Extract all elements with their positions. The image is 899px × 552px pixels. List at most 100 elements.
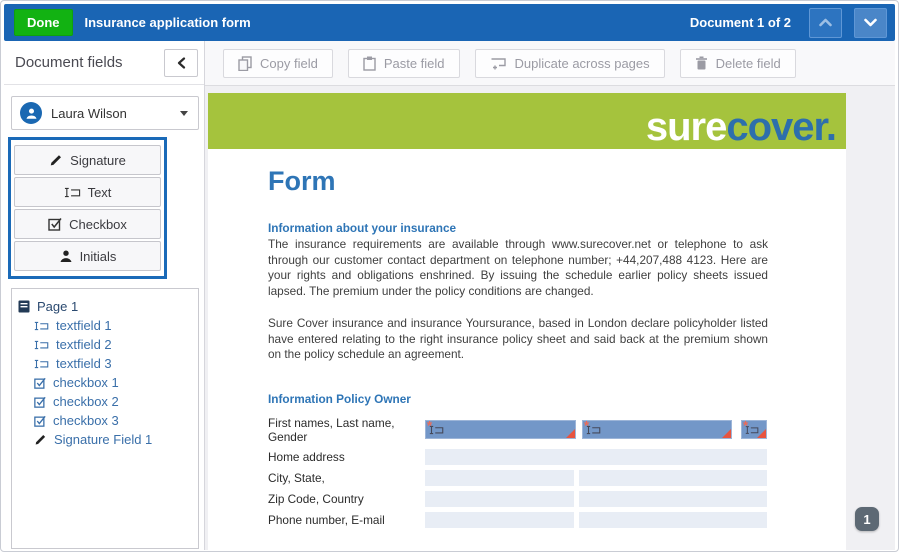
tree-item-label: Signature Field 1: [54, 432, 152, 447]
tool-button-label: Duplicate across pages: [515, 56, 650, 71]
field-button-label: Checkbox: [69, 217, 127, 232]
chevron-up-icon: [819, 18, 832, 27]
copy-field-button[interactable]: Copy field: [223, 49, 333, 78]
tree-item-checkbox-1[interactable]: checkbox 1: [18, 373, 192, 392]
tool-button-label: Copy field: [260, 56, 318, 71]
resize-handle[interactable]: [722, 429, 731, 438]
section-title-policy-owner: Information Policy Owner: [268, 392, 768, 406]
form-row-home-address: Home address: [268, 449, 768, 465]
document-viewport[interactable]: surecover. Form Information about your i…: [205, 87, 895, 550]
row-label: Phone number, E-mail: [268, 513, 425, 527]
paste-field-button[interactable]: Paste field: [348, 49, 460, 78]
form-blank-field: [425, 512, 574, 528]
field-button-label: Initials: [80, 249, 117, 264]
tree-item-checkbox-3[interactable]: checkbox 3: [18, 411, 192, 430]
tree-item-textfield-2[interactable]: textfield 2: [18, 335, 192, 354]
tree-item-label: textfield 1: [56, 318, 112, 333]
main-area: Copy field Paste field: [205, 41, 895, 550]
sidebar-header: Document fields: [4, 41, 204, 85]
section-title-insurance-info: Information about your insurance: [268, 221, 768, 235]
surecover-logo: surecover.: [646, 107, 836, 147]
text-field-icon: [34, 340, 49, 350]
add-text-field-button[interactable]: Text: [14, 177, 161, 207]
tool-button-label: Paste field: [384, 56, 445, 71]
tree-item-textfield-3[interactable]: textfield 3: [18, 354, 192, 373]
row-label: City, State,: [268, 471, 425, 485]
checkbox-icon: [34, 415, 46, 427]
duplicate-icon: [490, 57, 507, 70]
checkbox-icon: [48, 217, 62, 231]
paragraph-insurance-info: The insurance requirements are available…: [268, 237, 768, 300]
document-header-band: surecover.: [208, 93, 846, 149]
tree-item-label: checkbox 3: [53, 413, 119, 428]
add-initials-field-button[interactable]: Initials: [14, 241, 161, 271]
copy-icon: [238, 56, 252, 71]
form-blank-field: [579, 512, 767, 528]
paragraph-declaration: Sure Cover insurance and insurance Yours…: [268, 316, 768, 363]
tree-item-label: checkbox 2: [53, 394, 119, 409]
person-icon: [59, 249, 73, 263]
document-counter: Document 1 of 2: [690, 15, 791, 30]
form-blank-field: [579, 491, 767, 507]
tree-item-label: textfield 2: [56, 337, 112, 352]
collapse-sidebar-button[interactable]: [164, 49, 198, 77]
row-label: Spouse's family name, First name: [268, 548, 425, 550]
pencil-icon: [34, 433, 47, 446]
field-button-label: Signature: [70, 153, 126, 168]
placed-textfield-1[interactable]: *: [425, 420, 576, 439]
form-blank-field: [425, 491, 574, 507]
text-field-icon: [34, 321, 49, 331]
form-blank-field: [579, 470, 767, 486]
page-icon: [18, 300, 30, 313]
chevron-left-icon: [177, 57, 186, 69]
form-row-names: First names, Last name, Gender *: [268, 416, 768, 444]
tree-item-signature-field-1[interactable]: Signature Field 1: [18, 430, 192, 449]
top-bar: Done Insurance application form Document…: [4, 4, 895, 41]
tree-item-checkbox-2[interactable]: checkbox 2: [18, 392, 192, 411]
page-number-badge: 1: [855, 507, 879, 531]
add-signature-field-button[interactable]: Signature: [14, 145, 161, 175]
checkbox-icon: [34, 377, 46, 389]
placed-textfield-3[interactable]: *: [741, 420, 767, 439]
required-marker: *: [427, 420, 432, 433]
next-document-button[interactable]: [854, 8, 887, 38]
field-button-label: Text: [88, 185, 112, 200]
row-label: Zip Code, Country: [268, 492, 425, 506]
resize-handle[interactable]: [566, 429, 575, 438]
person-avatar-icon: [20, 102, 42, 124]
placed-textfield-2[interactable]: *: [582, 420, 732, 439]
form-blank-field: [425, 449, 767, 465]
done-button[interactable]: Done: [14, 9, 73, 36]
tree-item-label: checkbox 1: [53, 375, 119, 390]
signer-dropdown[interactable]: Laura Wilson: [11, 96, 199, 130]
document-fields-sidebar: Document fields Laura Wilson: [4, 41, 205, 550]
duplicate-across-pages-button[interactable]: Duplicate across pages: [475, 49, 665, 78]
form-row-spouse: Spouse's family name, First name: [268, 548, 768, 550]
required-marker: *: [743, 420, 748, 433]
caret-down-icon: [180, 111, 188, 116]
tree-page-1[interactable]: Page 1: [18, 297, 192, 316]
document-content: Form Information about your insurance Th…: [208, 149, 846, 550]
field-buttons-selection-box: Signature Text: [8, 137, 167, 279]
tool-button-label: Delete field: [716, 56, 781, 71]
tree-item-textfield-1[interactable]: textfield 1: [18, 316, 192, 335]
form-blank-field: [425, 470, 574, 486]
paste-icon: [363, 56, 376, 71]
form-row-city-state: City, State,: [268, 470, 768, 486]
text-field-icon: [64, 187, 81, 198]
fields-tree: Page 1 textfield 1 textfield 2: [11, 288, 199, 549]
logo-part-sure: sure: [646, 105, 727, 149]
form-row-zip-country: Zip Code, Country: [268, 491, 768, 507]
field-toolbar: Copy field Paste field: [205, 41, 895, 86]
form-row-phone-email: Phone number, E-mail: [268, 512, 768, 528]
previous-document-button[interactable]: [809, 8, 842, 38]
logo-part-cover: cover.: [726, 105, 836, 149]
app-window: Done Insurance application form Document…: [0, 0, 899, 552]
document-page: surecover. Form Information about your i…: [208, 93, 846, 550]
row-label: First names, Last name, Gender: [268, 416, 425, 444]
resize-handle[interactable]: [757, 429, 766, 438]
delete-field-button[interactable]: Delete field: [680, 49, 796, 78]
tree-page-label: Page 1: [37, 299, 78, 314]
add-checkbox-field-button[interactable]: Checkbox: [14, 209, 161, 239]
row-label: Home address: [268, 450, 425, 464]
